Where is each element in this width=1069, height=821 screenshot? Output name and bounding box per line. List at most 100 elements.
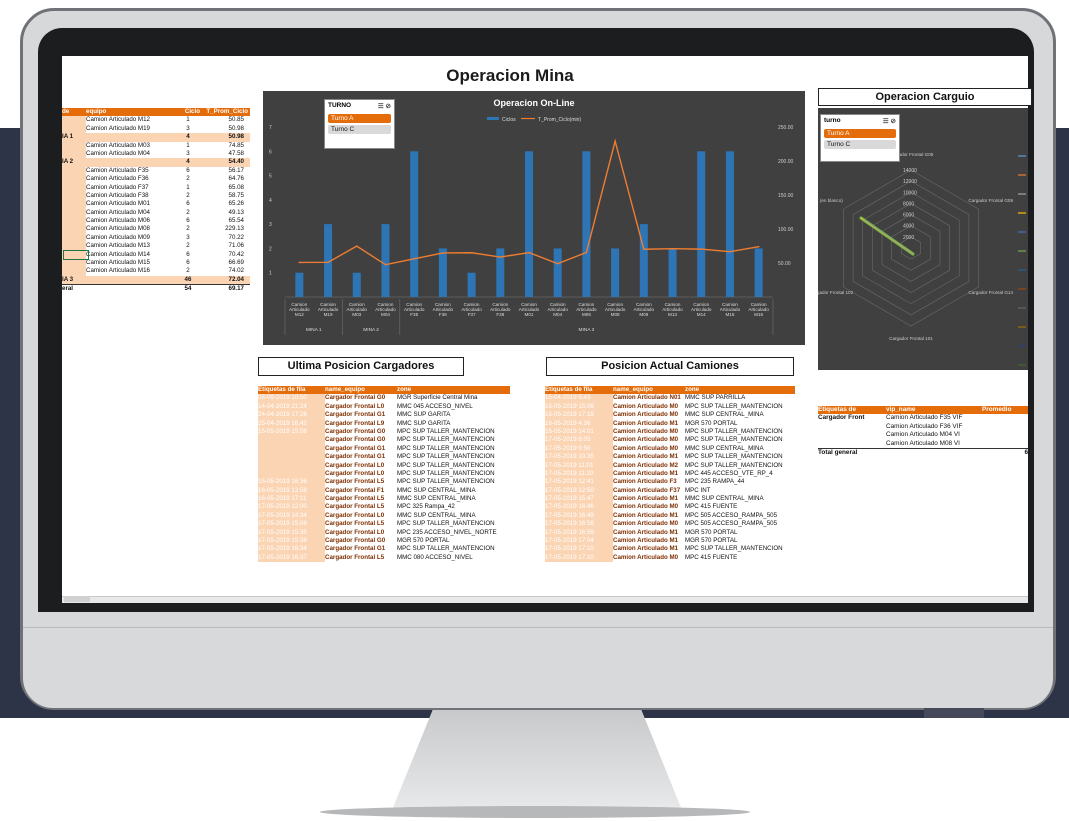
- table-row[interactable]: 14-04-2019 21:24 Cargador Frontal L0 MMC 0…: [258, 402, 510, 412]
- point-t-prom[interactable]: [442, 252, 444, 254]
- table-row[interactable]: 17-05-2019 17:10 Camion Articulado M1 MPC …: [545, 545, 795, 554]
- table-row[interactable]: 15-04-2019 5:43 Camion Articulado N01 MMC …: [545, 394, 795, 403]
- header-cell[interactable]: vip_name: [886, 406, 982, 414]
- header-cell[interactable]: zone: [685, 386, 795, 394]
- point-t-prom[interactable]: [355, 245, 358, 247]
- table-row[interactable]: Camion Articulado M04 VI: [818, 431, 1028, 439]
- table-row[interactable]: 17-05-2019 17:04 Camion Articulado M1 MGR …: [545, 537, 795, 546]
- table-row[interactable]: 25-04-2019 16:42 Cargador Frontal L9 MMC S…: [258, 419, 510, 428]
- point-t-prom[interactable]: [528, 251, 530, 254]
- slicer-item-turno-c[interactable]: Turno C: [824, 140, 896, 149]
- header-cell[interactable]: name_equipo: [325, 386, 397, 394]
- table-row[interactable]: IA 1 4 50.98: [62, 133, 250, 142]
- table-row[interactable]: Cargador Frontal G0 MPC SUP TALLER_MANTEN…: [258, 436, 510, 445]
- table-row[interactable]: 17-05-2019 14:34 Cargador Frontal L0 MMC S…: [258, 511, 510, 521]
- table-row[interactable]: 17-05-2019 11:20 Camion Articulado M1 MPC …: [545, 469, 795, 479]
- bar-ciclos[interactable]: [496, 248, 505, 297]
- table-row[interactable]: IA 2 4 54.40: [62, 158, 250, 167]
- bar-ciclos[interactable]: [725, 151, 734, 297]
- table-row[interactable]: Camion Articulado F38 2 58.75: [62, 191, 250, 201]
- table-row[interactable]: Camion Articulado M01 6 65.26: [62, 200, 250, 209]
- point-t-prom[interactable]: [585, 251, 588, 254]
- header-cell[interactable]: zone: [397, 386, 510, 394]
- table-row[interactable]: 17-05-2019 16:49 Camion Articulado M1 MPC …: [545, 511, 795, 521]
- bar-ciclos[interactable]: [381, 224, 390, 297]
- point-t-prom[interactable]: [413, 258, 415, 260]
- point-t-prom[interactable]: [384, 263, 387, 266]
- bar-ciclos[interactable]: [467, 272, 476, 297]
- table-row[interactable]: Camion Articulado F36 2 64.76: [62, 175, 250, 184]
- point-t-prom[interactable]: [757, 245, 760, 248]
- table-row[interactable]: Camion Articulado M13 2 71.06: [62, 242, 250, 251]
- table-row[interactable]: Cargador Frontal G1 MPC SUP TALLER_MANTEN…: [258, 453, 510, 462]
- selected-cell-marker[interactable]: [63, 250, 89, 260]
- table-row[interactable]: Cargador Frontal G1 MPC SUP TALLER_MANTEN…: [258, 444, 510, 454]
- table-row[interactable]: 16-05-2019 14:01 Camion Articulado M0 MPC …: [545, 427, 795, 437]
- point-t-prom[interactable]: [700, 248, 703, 250]
- table-row[interactable]: Camion Articulado M15 6 66.69: [62, 259, 250, 268]
- header-cell[interactable]: Etiquetas de fila: [258, 386, 325, 394]
- table-row[interactable]: 17-05-2019 15:38 Cargador Frontal G0 MGR 5…: [258, 537, 510, 546]
- table-row[interactable]: 16-05-2019 17:11 Cargador Frontal L5 MMC S…: [258, 495, 510, 504]
- table-row[interactable]: 17-05-2019 8:05 Camion Articulado M0 MPC S…: [545, 436, 795, 445]
- table-row[interactable]: eral 54 69.17: [62, 284, 250, 293]
- header-cell[interactable]: equipo: [86, 108, 176, 116]
- table-row[interactable]: Camion Articulado F36 VIF: [818, 423, 1028, 431]
- table-row[interactable]: 17-05-2019 11:01 Camion Articulado M2 MPC …: [545, 461, 795, 470]
- bar-ciclos[interactable]: [553, 248, 562, 297]
- point-t-prom[interactable]: [671, 247, 674, 250]
- table-row[interactable]: Camion Articulado M08 VI: [818, 440, 1028, 448]
- table-row[interactable]: Camion Articulado M16 2 74.02: [62, 267, 250, 276]
- table-row[interactable]: Camion Articulado M14 6 70.42: [62, 250, 250, 260]
- table-row[interactable]: 16-05-2019 4:36 Camion Articulado M1 MGR 5…: [545, 419, 795, 428]
- table-row[interactable]: 17-05-2019 9:50 Camion Articulado M0 MMC S…: [545, 444, 795, 454]
- table-row[interactable]: 17-05-2019 17:10 Camion Articulado M0 MPC …: [545, 553, 795, 563]
- point-t-prom[interactable]: [327, 261, 329, 264]
- table-row[interactable]: Cargador Frontal L0 MPC SUP TALLER_MANTEN…: [258, 461, 510, 470]
- table-row[interactable]: Cargador Frontal L0 MPC SUP TALLER_MANTEN…: [258, 469, 510, 479]
- table-row[interactable]: 17-05-2019 15:35 Cargador Frontal L0 MPC 2…: [258, 528, 510, 538]
- table-row[interactable]: 15-05-2019 17:18 Camion Articulado M0 MMC …: [545, 411, 795, 420]
- header-cell[interactable]: T_Prom_Ciclo: [200, 108, 248, 116]
- table-row[interactable]: 17-05-2019 12:50 Camion Articulado F37 MPC…: [545, 486, 795, 496]
- slicer-item-turno-c[interactable]: Turno C: [328, 125, 391, 134]
- table-row[interactable]: Camion Articulado M19 3 50.98: [62, 124, 250, 134]
- table-row[interactable]: Camion Articulado F35 6 56.17: [62, 166, 250, 176]
- point-t-prom[interactable]: [643, 248, 645, 251]
- table-row[interactable]: Camion Articulado M03 1 74.85: [62, 141, 250, 150]
- header-cell[interactable]: name_equipo: [613, 386, 685, 394]
- table-row[interactable]: 16-05-2019 13:58 Cargador Frontal F1 MMC S…: [258, 486, 510, 496]
- point-t-prom[interactable]: [614, 140, 616, 142]
- horizontal-scrollbar[interactable]: [62, 596, 1028, 603]
- header-cell[interactable]: Etiquetas de fila: [545, 386, 613, 394]
- table-row[interactable]: 17-05-2019 10:35 Camion Articulado M1 MPC …: [545, 453, 795, 462]
- total-row[interactable]: Total general 6: [818, 447, 1028, 457]
- filter-icon[interactable]: ☰ ⊘: [378, 102, 391, 110]
- bar-ciclos[interactable]: [410, 151, 419, 297]
- carguio-slicer[interactable]: turno ☰ ⊘ Turno A Turno C: [820, 114, 900, 162]
- slicer-item-turno-a[interactable]: Turno A: [328, 114, 391, 123]
- table-row[interactable]: Camion Articulado M12 1 50.85: [62, 116, 250, 125]
- table-row[interactable]: Cargador Front Camion Articulado F35 VIF: [818, 414, 1028, 422]
- table-row[interactable]: IA 3 46 72.04: [62, 275, 250, 285]
- bar-ciclos[interactable]: [639, 224, 648, 297]
- table-row[interactable]: 17-05-2019 16:46 Camion Articulado M0 MPC …: [545, 503, 795, 512]
- table-row[interactable]: 17-05-2019 16:37 Cargador Frontal L5 MMC 0…: [258, 553, 510, 563]
- point-t-prom[interactable]: [729, 250, 731, 253]
- bar-ciclos[interactable]: [754, 248, 763, 297]
- table-row[interactable]: Camion Articulado M04 2 49.13: [62, 208, 250, 218]
- table-row[interactable]: Camion Articulado F37 1 65.08: [62, 183, 250, 192]
- bar-ciclos[interactable]: [611, 248, 620, 297]
- table-row[interactable]: 17-05-2019 12:41 Camion Articulado F3 MPC …: [545, 478, 795, 487]
- point-t-prom[interactable]: [298, 261, 301, 264]
- header-cell[interactable]: Etiquetas de: [818, 406, 886, 414]
- bar-ciclos[interactable]: [697, 151, 706, 297]
- table-row[interactable]: 17-05-2019 16:59 Camion Articulado M1 MGR …: [545, 528, 795, 538]
- table-row[interactable]: 15-05-2019 15:08 Camion Articulado M0 MPC …: [545, 402, 795, 412]
- slicer-item-turno-a[interactable]: Turno A: [824, 129, 896, 138]
- filter-icon[interactable]: ☰ ⊘: [883, 117, 896, 125]
- table-row[interactable]: 17-05-2019 15:47 Camion Articulado M1 MMC …: [545, 495, 795, 504]
- bar-ciclos[interactable]: [438, 248, 447, 297]
- point-t-prom[interactable]: [556, 262, 559, 265]
- table-row[interactable]: Camion Articulado M08 2 229.13: [62, 225, 250, 234]
